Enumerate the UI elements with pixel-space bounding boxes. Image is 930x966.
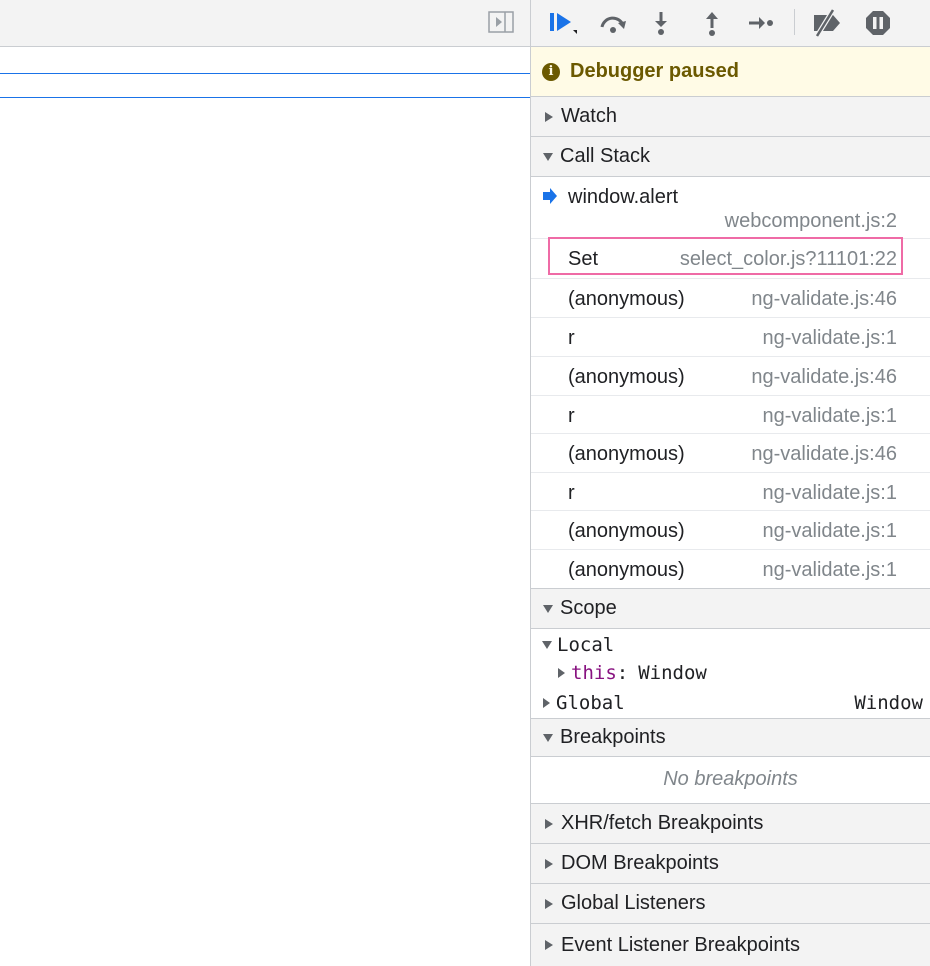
- step-icon[interactable]: [745, 8, 777, 38]
- watch-label: Watch: [561, 105, 617, 127]
- step-over-icon[interactable]: [597, 8, 629, 38]
- call-frame[interactable]: window.alert webcomponent.js:2: [531, 177, 930, 239]
- frame-location[interactable]: ng-validate.js:1: [762, 327, 897, 350]
- frame-location[interactable]: ng-validate.js:1: [762, 405, 897, 428]
- frame-function-name: window.alert: [568, 186, 679, 208]
- frame-location[interactable]: ng-validate.js:1: [762, 520, 897, 543]
- frame-function-name: (anonymous): [568, 366, 685, 388]
- frame-function-name: r: [568, 482, 575, 504]
- resume-icon[interactable]: [547, 8, 579, 38]
- frame-location[interactable]: ng-validate.js:1: [762, 559, 897, 582]
- frame-location[interactable]: ng-validate.js:46: [751, 366, 897, 389]
- toolbar-separator: [794, 9, 795, 35]
- collapse-triangle-icon: [543, 733, 553, 742]
- call-frame[interactable]: (anonymous) ng-validate.js:46: [531, 434, 930, 473]
- expand-triangle-icon: [545, 111, 553, 122]
- call-frame[interactable]: r ng-validate.js:1: [531, 396, 930, 434]
- frame-function-name: r: [568, 327, 575, 349]
- highlight-annotation-box: [548, 237, 903, 275]
- global-listeners-label: Global Listeners: [561, 892, 706, 914]
- dom-breakpoints-section-header[interactable]: DOM Breakpoints: [531, 844, 930, 884]
- xhr-breakpoints-label: XHR/fetch Breakpoints: [561, 812, 764, 834]
- collapse-triangle-icon: [543, 604, 553, 613]
- scope-local-row[interactable]: Local: [531, 631, 930, 659]
- frame-function-name: (anonymous): [568, 288, 685, 310]
- debugger-paused-banner: i Debugger paused: [531, 47, 930, 97]
- xhr-breakpoints-section-header[interactable]: XHR/fetch Breakpoints: [531, 804, 930, 844]
- call-stack-section-header[interactable]: Call Stack: [531, 137, 930, 177]
- scope-local-label: Local: [557, 634, 615, 656]
- current-frame-arrow-icon: [543, 188, 557, 204]
- scope-section-header[interactable]: Scope: [531, 588, 930, 629]
- scope-this-value: Window: [638, 662, 707, 684]
- editor-line-highlight-top: [0, 73, 530, 74]
- editor-toolbar: [0, 0, 530, 47]
- scope-this-key: this: [571, 662, 617, 684]
- frame-location[interactable]: ng-validate.js:46: [751, 288, 897, 311]
- scope-this-row[interactable]: this : Window: [531, 659, 930, 687]
- global-listeners-section-header[interactable]: Global Listeners: [531, 884, 930, 924]
- expand-triangle-icon: [545, 858, 553, 869]
- scope-label: Scope: [560, 597, 617, 619]
- debugger-sidebar: i Debugger paused Watch Call Stack windo…: [531, 0, 930, 966]
- info-icon: i: [542, 62, 560, 81]
- expand-triangle-icon: [558, 668, 565, 678]
- call-frame[interactable]: (anonymous) ng-validate.js:1: [531, 550, 930, 588]
- scope-global-value: Window: [854, 692, 923, 714]
- editor-line-highlight-bottom: [0, 97, 530, 98]
- dom-breakpoints-label: DOM Breakpoints: [561, 852, 719, 874]
- expand-triangle-icon: [545, 898, 553, 909]
- breakpoints-label: Breakpoints: [560, 726, 666, 748]
- frame-location[interactable]: webcomponent.js:2: [725, 210, 897, 233]
- breakpoints-section-header[interactable]: Breakpoints: [531, 718, 930, 757]
- call-frame[interactable]: r ng-validate.js:1: [531, 473, 930, 511]
- call-frame[interactable]: (anonymous) ng-validate.js:46: [531, 357, 930, 396]
- step-into-icon[interactable]: [645, 8, 677, 38]
- frame-location[interactable]: ng-validate.js:46: [751, 443, 897, 466]
- event-listener-breakpoints-section-header[interactable]: Event Listener Breakpoints: [531, 924, 930, 966]
- expand-triangle-icon: [545, 818, 553, 829]
- call-frame[interactable]: (anonymous) ng-validate.js:46: [531, 279, 930, 318]
- expand-triangle-icon: [543, 698, 550, 708]
- event-listener-breakpoints-label: Event Listener Breakpoints: [561, 933, 801, 956]
- no-breakpoints-text: No breakpoints: [531, 756, 930, 804]
- pause-on-exceptions-icon[interactable]: [862, 8, 894, 38]
- deactivate-breakpoints-icon[interactable]: [811, 8, 843, 38]
- debugger-toolbar: [531, 0, 930, 47]
- call-frame[interactable]: (anonymous) ng-validate.js:1: [531, 511, 930, 550]
- expand-triangle-icon: [545, 940, 553, 950]
- scope-this-separator: :: [616, 662, 629, 684]
- scope-global-row[interactable]: Global Window: [531, 689, 930, 717]
- collapse-triangle-icon: [543, 152, 553, 161]
- call-stack-label: Call Stack: [560, 145, 651, 167]
- frame-function-name: r: [568, 405, 575, 427]
- scope-global-label: Global: [556, 692, 625, 714]
- collapse-triangle-icon: [542, 641, 552, 649]
- frame-function-name: (anonymous): [568, 559, 685, 581]
- debugger-paused-text: Debugger paused: [570, 60, 739, 82]
- step-out-icon[interactable]: [696, 8, 728, 38]
- frame-function-name: (anonymous): [568, 443, 685, 465]
- editor-pane: [0, 0, 530, 966]
- watch-section-header[interactable]: Watch: [531, 97, 930, 137]
- call-frame[interactable]: r ng-validate.js:1: [531, 318, 930, 357]
- frame-function-name: (anonymous): [568, 520, 685, 542]
- toggle-debugger-sidebar-icon[interactable]: [488, 11, 514, 33]
- frame-location[interactable]: ng-validate.js:1: [762, 482, 897, 505]
